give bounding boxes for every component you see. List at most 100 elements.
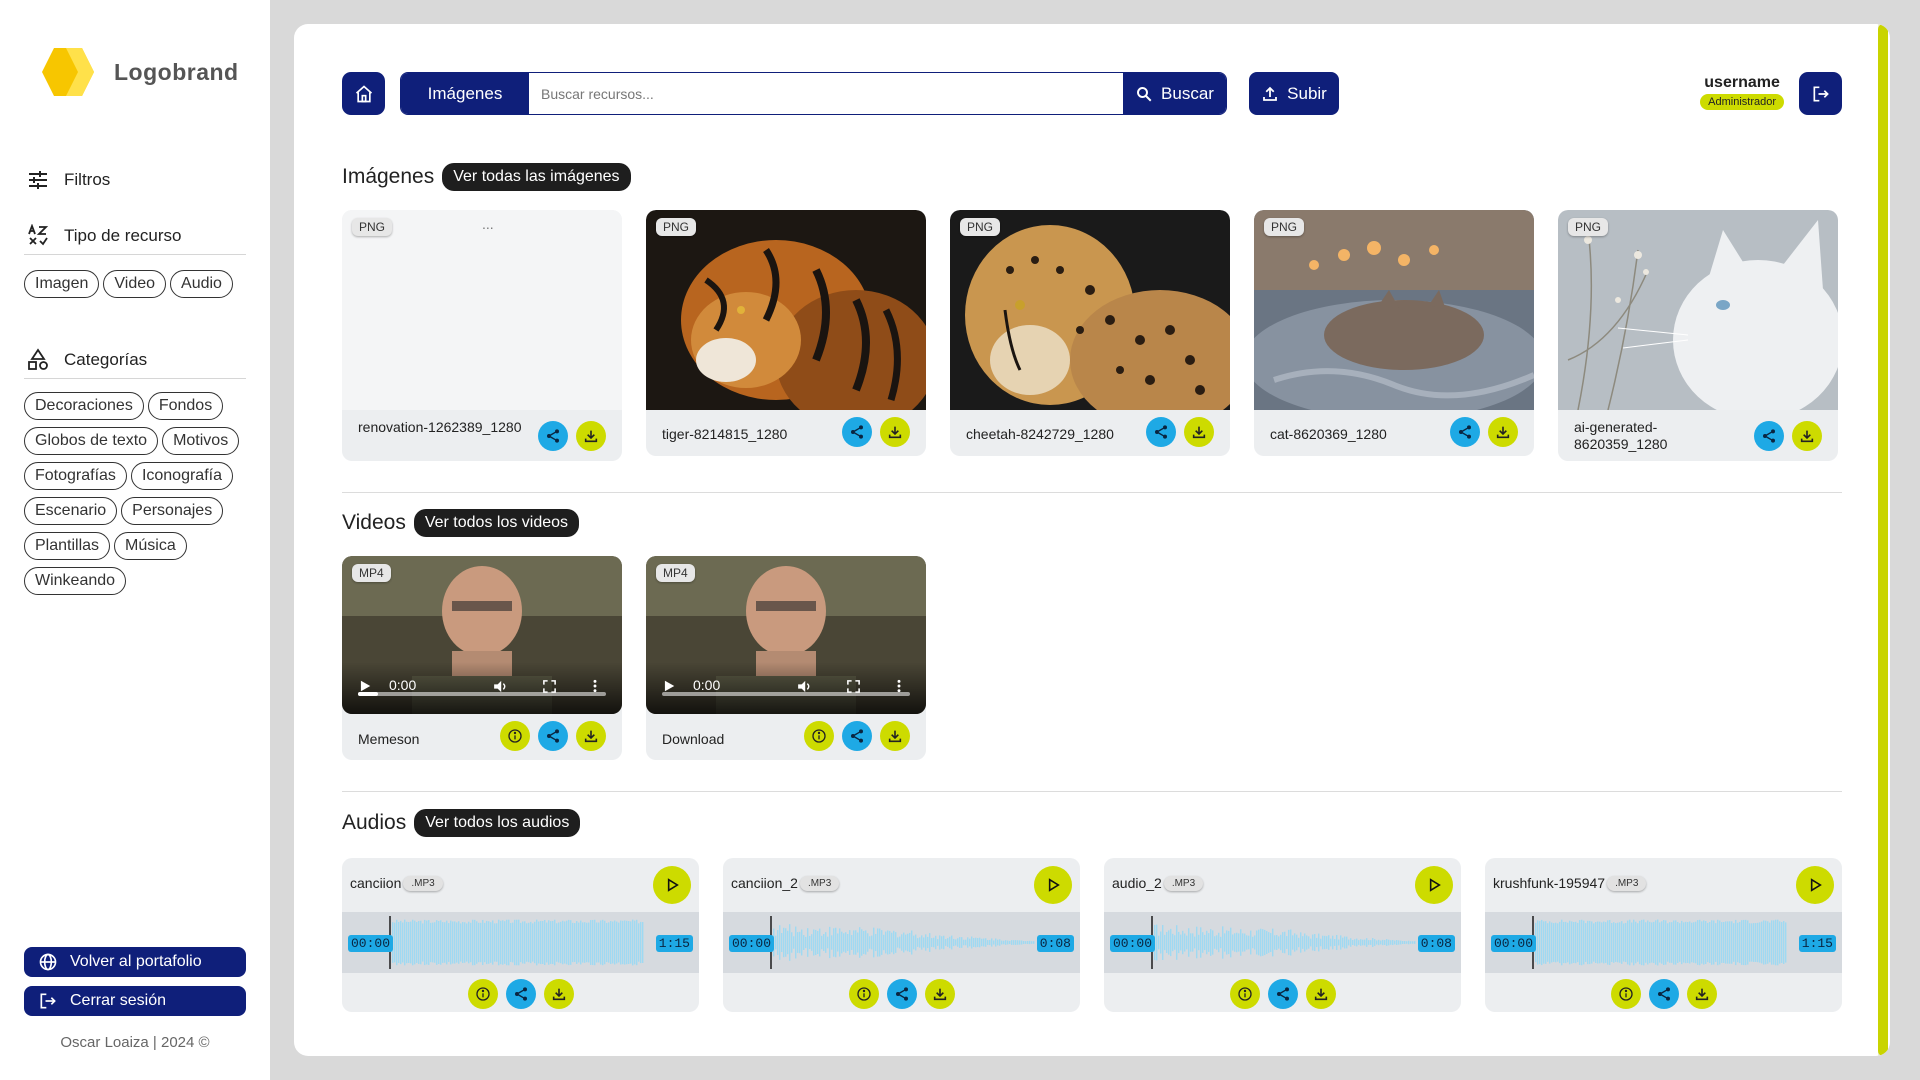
download-icon xyxy=(552,988,565,1001)
audio-play-button[interactable] xyxy=(653,866,691,904)
more-options-icon[interactable] xyxy=(588,679,602,693)
chip-motivos[interactable]: Motivos xyxy=(162,427,240,455)
audio-card[interactable]: canciion_2 .MP3 00:00 0:08 xyxy=(723,858,1080,1012)
audio-ext-badge: .MP3 xyxy=(1163,875,1204,891)
categories-label: Categorías xyxy=(64,350,148,369)
see-all-audios-button[interactable]: Ver todos los audios xyxy=(414,809,581,837)
info-button[interactable] xyxy=(848,979,879,1009)
audios-grid: canciion .MP3 00:00 1:15 canciion_2 .MP3 xyxy=(342,858,1842,1012)
video-progress-bar[interactable] xyxy=(358,692,606,696)
share-button[interactable] xyxy=(1754,421,1784,451)
download-button[interactable] xyxy=(543,979,574,1009)
search-icon xyxy=(1137,86,1152,101)
image-name: cheetah-8242729_1280 xyxy=(966,426,1114,442)
audio-play-button[interactable] xyxy=(1034,866,1072,904)
audio-card[interactable]: krushfunk-195947 .MP3 00:00 1:15 xyxy=(1485,858,1842,1012)
more-options-icon[interactable] xyxy=(892,679,906,693)
upload-button[interactable]: Subir xyxy=(1249,72,1339,115)
chip-plantillas[interactable]: Plantillas xyxy=(24,532,111,560)
back-to-portfolio-button[interactable]: Volver al portafolio xyxy=(24,947,246,977)
chip-personajes[interactable]: Personajes xyxy=(121,497,224,525)
play-icon[interactable] xyxy=(358,679,372,693)
search-button[interactable]: Buscar xyxy=(1123,73,1226,114)
chip-imagen[interactable]: Imagen xyxy=(24,270,100,298)
download-button[interactable] xyxy=(880,417,910,447)
audio-name: krushfunk-195947 xyxy=(1493,875,1606,891)
logout-button[interactable] xyxy=(1799,72,1842,115)
download-button[interactable] xyxy=(1488,417,1518,447)
audio-waveform[interactable]: 00:00 0:08 xyxy=(723,912,1080,973)
share-button[interactable] xyxy=(538,721,568,751)
search-input[interactable] xyxy=(529,73,1123,114)
share-button[interactable] xyxy=(1267,979,1298,1009)
chip-winkeando[interactable]: Winkeando xyxy=(24,567,127,595)
back-to-portfolio-label: Volver al portafolio xyxy=(70,953,202,970)
image-card[interactable]: PNG cheetah-8242729_1280 xyxy=(950,210,1230,456)
filters-heading: Filtros xyxy=(26,168,110,192)
chip-musica[interactable]: Música xyxy=(114,532,187,560)
info-button[interactable] xyxy=(500,721,530,751)
see-all-videos-button[interactable]: Ver todos los videos xyxy=(413,509,580,537)
download-button[interactable] xyxy=(880,721,910,751)
video-card[interactable]: 0:00 MP4 Download xyxy=(646,556,926,760)
audio-waveform[interactable]: 00:00 1:15 xyxy=(342,912,699,973)
download-icon xyxy=(1800,430,1814,443)
chip-video[interactable]: Video xyxy=(103,270,167,298)
video-progress-bar[interactable] xyxy=(662,692,910,696)
brand-logo[interactable]: Logobrand xyxy=(40,44,239,100)
audio-card[interactable]: audio_2 .MP3 00:00 0:08 xyxy=(1104,858,1461,1012)
download-button[interactable] xyxy=(576,421,606,451)
download-icon xyxy=(1192,426,1206,439)
download-button[interactable] xyxy=(1184,417,1214,447)
brand-name: Logobrand xyxy=(114,58,239,85)
share-button[interactable] xyxy=(1648,979,1679,1009)
audios-section-title: Audios xyxy=(342,811,407,834)
share-button[interactable] xyxy=(505,979,536,1009)
share-button[interactable] xyxy=(842,417,872,447)
resource-type-heading: Tipo de recurso xyxy=(26,224,181,248)
chip-audio[interactable]: Audio xyxy=(170,270,233,298)
info-button[interactable] xyxy=(1610,979,1641,1009)
chip-fotografias[interactable]: Fotografías xyxy=(24,462,127,490)
download-button[interactable] xyxy=(924,979,955,1009)
chip-iconografia[interactable]: Iconografía xyxy=(130,462,233,490)
download-button[interactable] xyxy=(1792,421,1822,451)
audio-card[interactable]: canciion .MP3 00:00 1:15 xyxy=(342,858,699,1012)
share-button[interactable] xyxy=(1146,417,1176,447)
info-button[interactable] xyxy=(1229,979,1260,1009)
logout-sidebar-button[interactable]: Cerrar sesión xyxy=(24,986,246,1016)
audio-waveform[interactable]: 00:00 1:15 xyxy=(1485,912,1842,973)
download-button[interactable] xyxy=(1305,979,1336,1009)
scrollbar-thumb[interactable] xyxy=(1878,24,1888,1056)
image-card[interactable]: ... PNG renovation-1262389_1280 xyxy=(342,210,622,461)
audio-play-button[interactable] xyxy=(1415,866,1453,904)
share-icon xyxy=(851,729,863,743)
info-button[interactable] xyxy=(804,721,834,751)
video-card[interactable]: 0:00 MP4 Memeson xyxy=(342,556,622,760)
audio-play-button[interactable] xyxy=(1796,866,1834,904)
chip-globos-de-texto[interactable]: Globos de texto xyxy=(24,427,159,455)
search-type-select[interactable]: Imágenes xyxy=(401,73,529,114)
share-button[interactable] xyxy=(1450,417,1480,447)
role-badge: Administrador xyxy=(1700,94,1784,110)
image-card[interactable]: PNG tiger-8214815_1280 xyxy=(646,210,926,456)
download-button[interactable] xyxy=(576,721,606,751)
image-card[interactable]: PNG ai-generated-8620359_1280 xyxy=(1558,210,1838,461)
chip-decoraciones[interactable]: Decoraciones xyxy=(24,392,144,420)
chip-fondos[interactable]: Fondos xyxy=(147,392,224,420)
share-button[interactable] xyxy=(538,421,568,451)
download-button[interactable] xyxy=(1686,979,1717,1009)
audio-actions xyxy=(723,979,1080,1009)
tiger-photo xyxy=(646,210,926,410)
search-bar: Imágenes Buscar xyxy=(400,72,1227,115)
image-card[interactable]: PNG cat-8620369_1280 xyxy=(1254,210,1534,456)
share-button[interactable] xyxy=(886,979,917,1009)
share-button[interactable] xyxy=(842,721,872,751)
audio-waveform[interactable]: 00:00 0:08 xyxy=(1104,912,1461,973)
chip-escenario[interactable]: Escenario xyxy=(24,497,118,525)
footer-credit: Oscar Loaiza | 2024 © xyxy=(60,1034,210,1051)
see-all-images-button[interactable]: Ver todas las imágenes xyxy=(442,163,631,191)
play-icon[interactable] xyxy=(662,679,676,693)
home-button[interactable] xyxy=(342,72,385,115)
info-button[interactable] xyxy=(467,979,498,1009)
